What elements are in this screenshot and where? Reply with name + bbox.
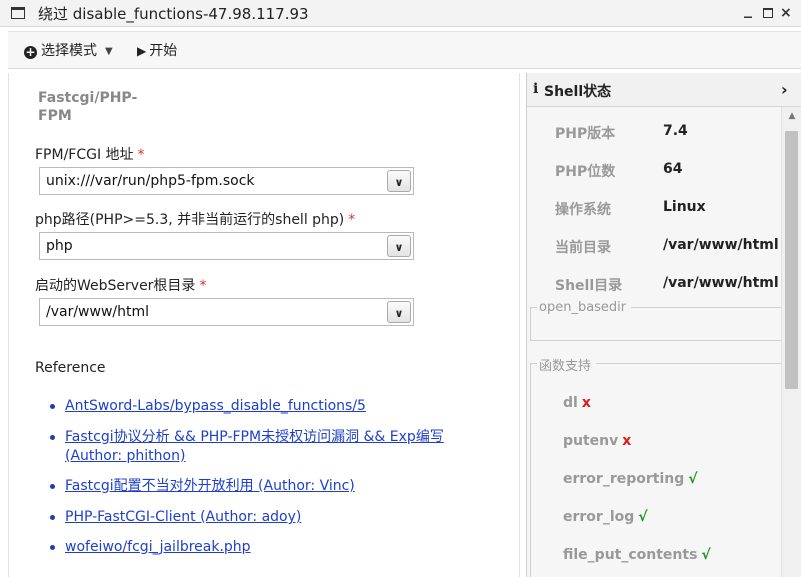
list-item: Fastcgi协议分析 && PHP-FPM未授权访问漏洞 && Exp编写 (…	[50, 428, 485, 466]
close-button[interactable]: ×	[780, 4, 792, 22]
list-item: wofeiwo/fcgi_jailbreak.php	[50, 538, 485, 557]
info-value: Linux	[663, 199, 706, 215]
required-marker: *	[199, 278, 207, 294]
info-label: Shell目录	[555, 278, 623, 294]
required-marker: *	[137, 147, 145, 163]
function-item: putenv x	[563, 433, 632, 449]
reference-link[interactable]: wofeiwo/fcgi_jailbreak.php	[65, 539, 251, 555]
cross-mark-icon: x	[581, 395, 591, 411]
function-item: file_put_contents √	[563, 547, 711, 563]
fpm-address-label: FPM/FCGI 地址 *	[35, 147, 145, 163]
check-mark-icon: √	[638, 509, 648, 525]
webroot-dropdown-button[interactable]: ∨	[387, 301, 411, 323]
info-value: /var/www/html	[663, 275, 779, 291]
info-label: PHP位数	[555, 164, 616, 180]
info-icon: i	[533, 81, 539, 97]
php-path-combo: ∨	[39, 232, 414, 260]
reference-link[interactable]: AntSword-Labs/bypass_disable_functions/5	[65, 398, 366, 414]
open-basedir-group-line	[530, 340, 781, 341]
chevron-down-icon: ∨	[394, 176, 404, 189]
reference-heading: Reference	[35, 360, 106, 376]
info-label: PHP版本	[555, 126, 616, 142]
check-mark-icon: √	[701, 547, 711, 563]
check-mark-icon: √	[688, 471, 698, 487]
list-item: Fastcgi配置不当对外开放利用 (Author: Vinc)	[50, 477, 485, 496]
chevron-right-icon[interactable]: ›	[781, 80, 788, 99]
php-path-input[interactable]	[40, 233, 383, 259]
shell-status-header[interactable]: i Shell状态 ›	[527, 73, 801, 107]
info-value: 7.4	[663, 123, 688, 139]
function-item: error_log √	[563, 509, 648, 525]
required-marker: *	[348, 212, 356, 228]
webroot-combo: ∨	[39, 298, 414, 326]
cross-mark-icon: x	[622, 433, 632, 449]
select-mode-button[interactable]: + 选择模式 ▼	[24, 40, 113, 60]
open-basedir-group-line	[530, 307, 531, 341]
list-item: AntSword-Labs/bypass_disable_functions/5	[50, 397, 485, 416]
webroot-input[interactable]	[40, 299, 383, 325]
scroll-up-arrow-icon[interactable]: ▲	[782, 109, 801, 123]
toolbar: + 选择模式 ▼ ▶ 开始	[8, 31, 801, 69]
info-value: /var/www/html	[663, 237, 779, 253]
caret-down-icon: ▼	[105, 46, 113, 57]
fpm-address-input[interactable]	[40, 168, 383, 194]
open-basedir-label: open_basedir	[537, 300, 632, 315]
functions-label: 函数支持	[537, 355, 597, 374]
window-icon	[11, 7, 25, 19]
play-icon: ▶	[137, 44, 147, 58]
shell-status-title: Shell状态	[544, 84, 612, 100]
shell-status-body: PHP版本 7.4 PHP位数 64 操作系统 Linux 当前目录 /var/…	[527, 107, 781, 577]
info-value: 64	[663, 161, 683, 177]
function-item: dl x	[563, 395, 591, 411]
chevron-down-icon: ∨	[394, 241, 404, 254]
info-label: 当前目录	[555, 240, 611, 256]
shell-status-panel: i Shell状态 › PHP版本 7.4 PHP位数 64 操作系统 Linu…	[526, 73, 801, 577]
config-form-panel: Fastcgi/PHP-FPM FPM/FCGI 地址* ∨ php路径(PHP…	[8, 73, 520, 577]
form-legend: Fastcgi/PHP-FPM	[38, 90, 138, 124]
functions-group-line	[530, 363, 531, 577]
start-label: 开始	[149, 43, 178, 59]
chevron-down-icon: ∨	[394, 307, 404, 320]
maximize-button[interactable]	[763, 8, 773, 18]
fpm-address-dropdown-button[interactable]: ∨	[387, 170, 411, 192]
php-path-label: php路径(PHP>=5.3, 并非当前运行的shell php) *	[35, 212, 356, 228]
minimize-button[interactable]: _	[744, 0, 752, 18]
webroot-label: 启动的WebServer根目录 *	[35, 278, 207, 294]
scrollbar-thumb[interactable]	[785, 131, 798, 389]
window-title: 绕过 disable_functions-47.98.117.93	[38, 5, 309, 23]
plus-circle-icon: +	[24, 45, 37, 59]
function-item: error_reporting √	[563, 471, 698, 487]
reference-link[interactable]: PHP-FastCGI-Client (Author: adoy)	[65, 509, 301, 525]
select-mode-label: 选择模式	[41, 43, 97, 59]
fpm-address-combo: ∨	[39, 167, 414, 195]
php-path-dropdown-button[interactable]: ∨	[387, 235, 411, 257]
reference-link[interactable]: Fastcgi协议分析 && PHP-FPM未授权访问漏洞 && Exp编写 (…	[65, 429, 444, 464]
window-title-bar: 绕过 disable_functions-47.98.117.93 _ ×	[0, 0, 801, 27]
list-item: PHP-FastCGI-Client (Author: adoy)	[50, 508, 485, 527]
reference-link[interactable]: Fastcgi配置不当对外开放利用 (Author: Vinc)	[65, 478, 355, 494]
start-button[interactable]: ▶ 开始	[137, 40, 177, 60]
info-label: 操作系统	[555, 202, 611, 218]
vertical-scrollbar[interactable]: ▲	[781, 107, 801, 577]
